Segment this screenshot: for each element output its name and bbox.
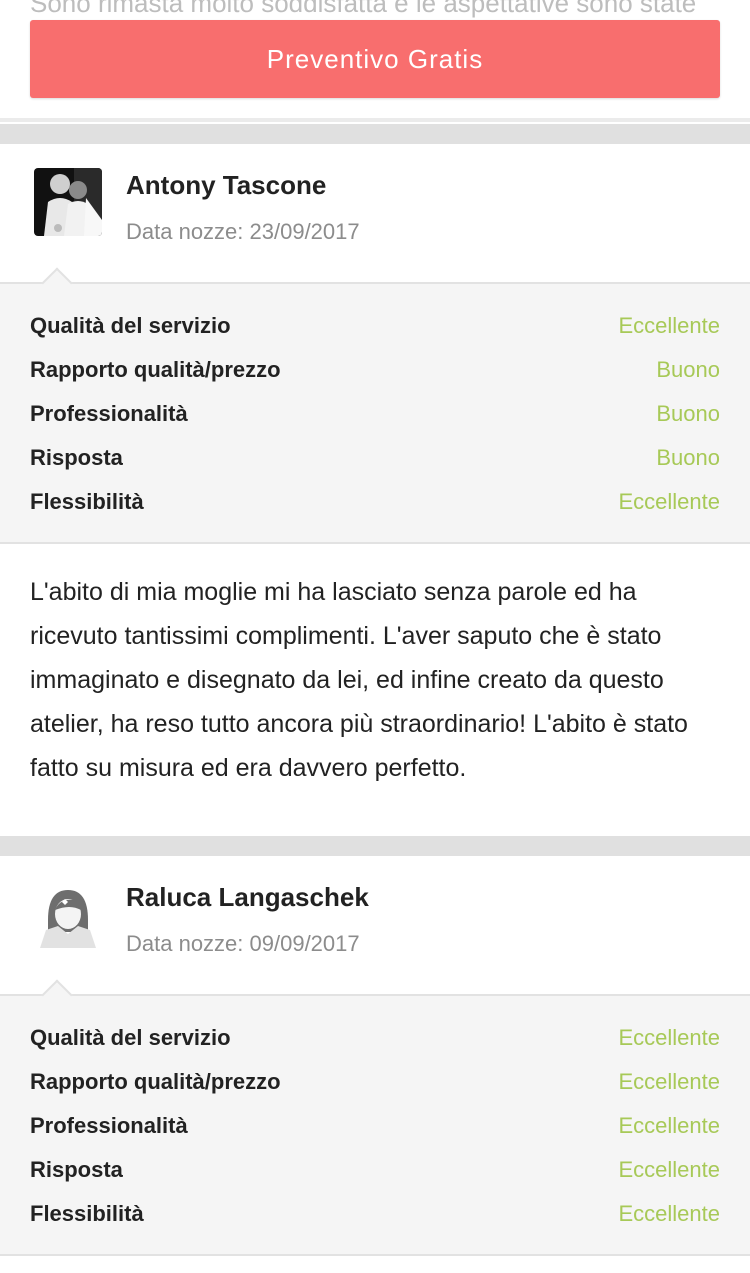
rating-label: Risposta (30, 445, 123, 470)
review-comment: L'abito di mia moglie mi ha lasciato sen… (0, 544, 750, 820)
rating-label: Risposta (30, 1157, 123, 1182)
bride-placeholder-icon (34, 880, 102, 948)
rating-row: Flessibilità Eccellente (30, 480, 720, 524)
rating-value: Buono (656, 357, 720, 382)
rating-value: Eccellente (618, 1113, 720, 1138)
rating-value: Eccellente (618, 489, 720, 514)
rating-row: Flessibilità Eccellente (30, 1192, 720, 1236)
rating-value: Eccellente (618, 313, 720, 338)
rating-value: Eccellente (618, 1201, 720, 1226)
rating-label: Flessibilità (30, 1201, 144, 1226)
rating-label: Flessibilità (30, 489, 144, 514)
cta-area: Sono rimasta molto soddisfatta e le aspe… (0, 0, 750, 118)
rating-row: Rapporto qualità/prezzo Buono (30, 348, 720, 392)
rating-value: Eccellente (618, 1157, 720, 1182)
rating-label: Qualità del servizio (30, 313, 231, 338)
wedding-date: Data nozze: 09/09/2017 (126, 931, 360, 956)
rating-value: Buono (656, 401, 720, 426)
review-header: Antony Tascone Data nozze: 23/09/2017 (0, 144, 750, 282)
avatar (34, 880, 102, 948)
section-separator (0, 836, 750, 856)
rating-label: Rapporto qualità/prezzo (30, 357, 281, 382)
rating-label: Rapporto qualità/prezzo (30, 1069, 281, 1094)
previous-review-text: Sono rimasta molto soddisfatta e le aspe… (30, 0, 697, 18)
rating-value: Buono (656, 445, 720, 470)
rating-row: Professionalità Eccellente (30, 1104, 720, 1148)
rating-row: Rapporto qualità/prezzo Eccellente (30, 1060, 720, 1104)
rating-row: Qualità del servizio Eccellente (30, 1016, 720, 1060)
review-author[interactable]: Antony Tascone (126, 170, 326, 201)
divider (0, 118, 750, 122)
ratings-panel: Qualità del servizio Eccellente Rapporto… (0, 979, 750, 1256)
couple-photo-icon (34, 168, 102, 236)
rating-label: Professionalità (30, 1113, 188, 1138)
free-quote-button[interactable]: Preventivo Gratis (30, 20, 720, 98)
wedding-date: Data nozze: 23/09/2017 (126, 219, 360, 244)
rating-row: Risposta Eccellente (30, 1148, 720, 1192)
review-card: Raluca Langaschek Data nozze: 09/09/2017… (0, 856, 750, 1256)
rating-label: Professionalità (30, 401, 188, 426)
rating-value: Eccellente (618, 1025, 720, 1050)
rating-label: Qualità del servizio (30, 1025, 231, 1050)
review-card: Antony Tascone Data nozze: 23/09/2017 Qu… (0, 144, 750, 820)
review-header: Raluca Langaschek Data nozze: 09/09/2017 (0, 856, 750, 994)
review-author[interactable]: Raluca Langaschek (126, 882, 369, 913)
section-separator (0, 124, 750, 144)
ratings-panel: Qualità del servizio Eccellente Rapporto… (0, 267, 750, 544)
avatar (34, 168, 102, 236)
rating-value: Eccellente (618, 1069, 720, 1094)
rating-row: Professionalità Buono (30, 392, 720, 436)
rating-row: Qualità del servizio Eccellente (30, 304, 720, 348)
rating-row: Risposta Buono (30, 436, 720, 480)
